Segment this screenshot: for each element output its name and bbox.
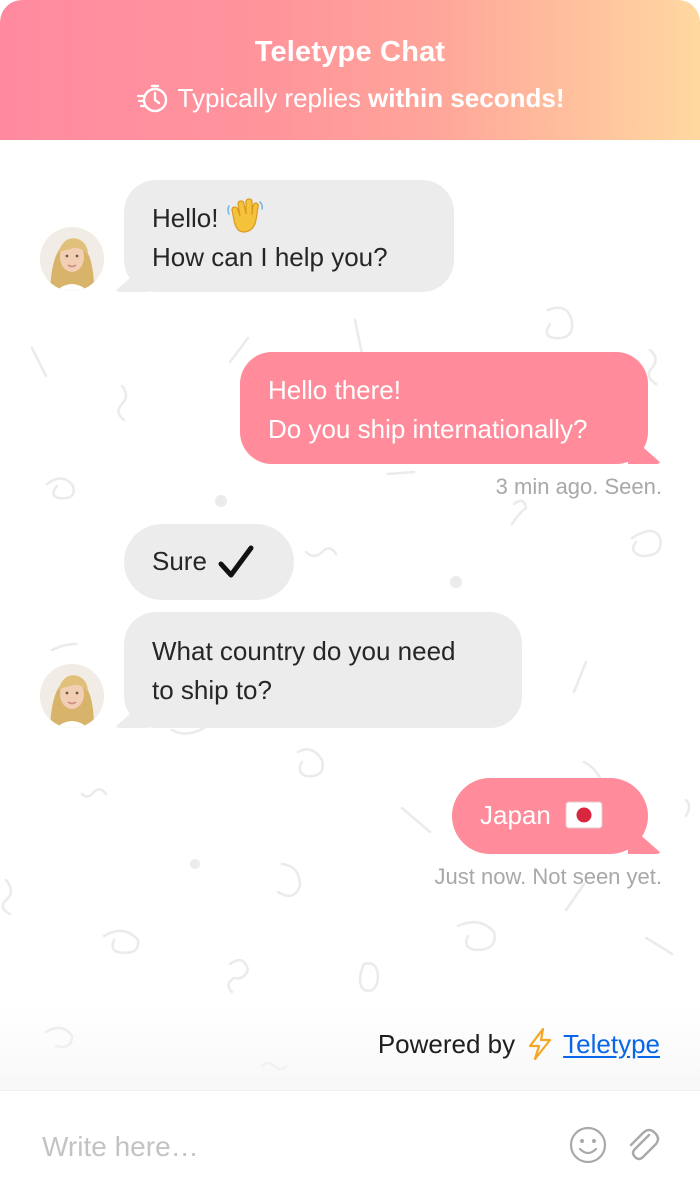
message-text: How can I help you?	[152, 242, 388, 273]
paperclip-icon	[623, 1125, 663, 1170]
powered-by-label: Powered by	[377, 1028, 516, 1059]
message-bubble-agent: Sure	[124, 524, 294, 600]
chat-title: Teletype Chat	[254, 36, 446, 68]
message-text: What country do you need to ship to?	[152, 636, 456, 705]
emoji-button[interactable]	[567, 1126, 609, 1168]
teletype-link[interactable]: Teletype	[563, 1029, 660, 1060]
message-bubble-agent: Hello! How can I help you?	[124, 180, 454, 292]
chat-header: Teletype Chat Typically replies within s…	[0, 0, 700, 140]
reply-time-emphasis: within seconds!	[368, 83, 565, 113]
message-status: 3 min ago. Seen.	[495, 474, 662, 499]
powered-by: Powered by Teletype	[378, 1025, 660, 1063]
waving-hand-icon	[226, 198, 264, 234]
lightning-icon	[525, 1028, 555, 1060]
message-status: Just now. Not seen yet.	[434, 864, 662, 889]
agent-avatar	[40, 227, 104, 291]
message-text: Hello there! Do you ship internationally…	[268, 375, 588, 444]
message-bubble-user: Hello there! Do you ship internationally…	[240, 352, 648, 464]
message-text: Sure	[152, 546, 207, 576]
attach-button[interactable]	[622, 1126, 664, 1168]
reply-time-status: Typically replies within seconds!	[0, 80, 700, 116]
message-line: Hello!	[152, 198, 426, 238]
message-text: Hello!	[152, 203, 219, 233]
agent-avatar	[40, 664, 104, 728]
timer-icon	[136, 81, 170, 115]
flag-japan-icon	[565, 801, 603, 829]
chat-widget: Teletype Chat Typically replies within s…	[0, 0, 700, 1200]
message-bubble-user: Japan	[452, 778, 648, 854]
smiley-icon	[568, 1125, 608, 1170]
message-input[interactable]	[40, 1121, 544, 1173]
message-text: Japan	[480, 800, 551, 830]
reply-time-prefix: Typically replies	[177, 83, 362, 113]
message-composer	[0, 1090, 700, 1200]
message-bubble-agent: What country do you need to ship to?	[124, 612, 522, 728]
check-icon	[217, 544, 255, 582]
